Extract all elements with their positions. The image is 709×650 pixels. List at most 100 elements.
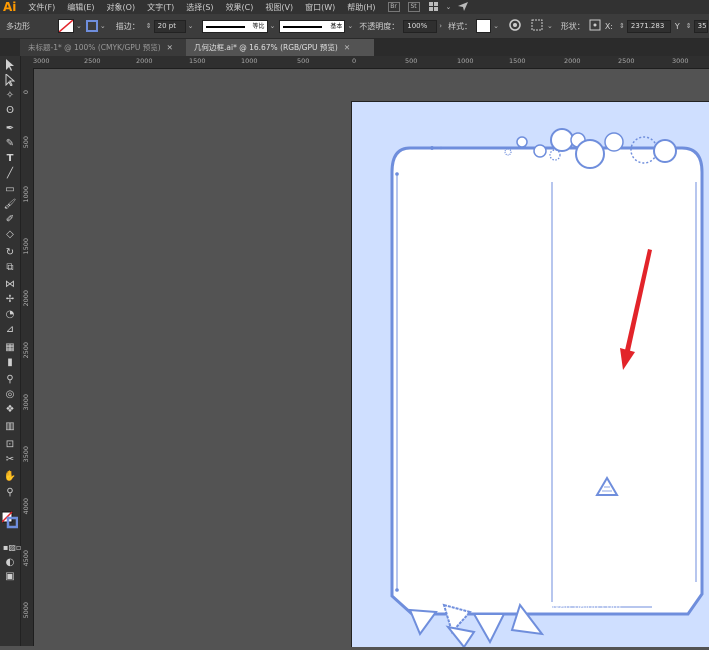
scale-tool-icon[interactable]: ⧉ bbox=[3, 261, 17, 274]
column-graph-tool-icon[interactable]: ▥ bbox=[3, 420, 17, 433]
menu-bar: Ai 文件(F) 编辑(E) 对象(O) 文字(T) 选择(S) 效果(C) 视… bbox=[0, 0, 709, 14]
chevron-down-icon[interactable]: ⌄ bbox=[98, 22, 108, 30]
opacity-field[interactable]: 100% bbox=[403, 19, 438, 33]
eyedropper-tool-icon[interactable]: ⚲ bbox=[3, 373, 17, 386]
magic-wand-tool-icon[interactable]: ✧ bbox=[3, 89, 17, 102]
ruler-tick: 1500 bbox=[22, 238, 30, 255]
symbol-sprayer-tool-icon[interactable]: ❖ bbox=[3, 403, 17, 416]
shaper-tool-icon[interactable]: ✐ bbox=[3, 213, 17, 226]
chevron-down-icon[interactable]: ⌄ bbox=[186, 22, 196, 30]
chevron-down-icon[interactable]: ⌄ bbox=[268, 22, 278, 30]
brush-definition[interactable]: 基本 bbox=[279, 19, 346, 33]
ruler-tick: 1500 bbox=[189, 57, 206, 65]
eraser-tool-icon[interactable]: ◇ bbox=[3, 228, 17, 241]
artboard-tool-icon[interactable]: ⊡ bbox=[3, 438, 17, 451]
menu-type[interactable]: 文字(T) bbox=[141, 2, 180, 13]
paintbrush-tool-icon[interactable]: 🖌 bbox=[3, 198, 17, 211]
x-position-field[interactable]: 2371.283 bbox=[626, 19, 671, 33]
ruler-tick: 3000 bbox=[672, 57, 689, 65]
stepper-icon[interactable]: ⇕ bbox=[684, 22, 694, 30]
send-icon[interactable] bbox=[457, 2, 469, 12]
ruler-tick: 4500 bbox=[22, 550, 30, 567]
hand-tool-icon[interactable]: ✋ bbox=[3, 470, 17, 483]
stroke-swatch[interactable] bbox=[85, 20, 98, 32]
ruler-tick: 2000 bbox=[22, 290, 30, 307]
type-tool-icon[interactable]: T bbox=[3, 152, 17, 165]
ruler-tick: 2500 bbox=[84, 57, 101, 65]
menu-edit[interactable]: 编辑(E) bbox=[61, 2, 100, 13]
chevron-down-icon[interactable]: ⌄ bbox=[444, 3, 454, 11]
artboard[interactable] bbox=[351, 101, 709, 649]
y-label: Y bbox=[674, 21, 680, 31]
stroke-label: 描边： bbox=[115, 21, 140, 31]
stepper-icon[interactable]: ⇕ bbox=[144, 22, 154, 30]
direct-selection-tool-icon[interactable] bbox=[3, 72, 17, 87]
menu-file[interactable]: 文件(F) bbox=[22, 2, 61, 13]
reference-point-icon[interactable] bbox=[589, 19, 601, 34]
watermark-url: jingyan.baidu.com bbox=[538, 602, 622, 612]
rectangle-tool-icon[interactable]: ▭ bbox=[3, 183, 17, 196]
opacity-label: 不透明度： bbox=[359, 21, 400, 31]
menu-object[interactable]: 对象(O) bbox=[101, 2, 142, 13]
bubble bbox=[653, 139, 677, 163]
brush-label: 基本 bbox=[330, 22, 343, 30]
stepper-icon[interactable]: ⇕ bbox=[617, 22, 627, 30]
stock-icon[interactable]: St bbox=[407, 2, 420, 12]
menu-effect[interactable]: 效果(C) bbox=[220, 2, 260, 13]
menu-help[interactable]: 帮助(H) bbox=[341, 2, 381, 13]
chevron-down-icon[interactable]: ⌄ bbox=[345, 22, 355, 30]
y-position-field[interactable]: 35 bbox=[693, 19, 708, 33]
chevron-down-icon[interactable]: ⌄ bbox=[74, 22, 84, 30]
tab-untitled-1[interactable]: 未标题-1* @ 100% (CMYK/GPU 预览) ✕ bbox=[20, 39, 196, 56]
lasso-tool-icon[interactable]: ʘ bbox=[3, 104, 17, 117]
graphic-style-swatch[interactable] bbox=[476, 19, 492, 33]
align-icon[interactable] bbox=[531, 19, 545, 34]
rotate-tool-icon[interactable]: ↻ bbox=[3, 246, 17, 259]
gradient-tool-icon[interactable]: ▮ bbox=[3, 356, 17, 369]
blend-tool-icon[interactable]: ◎ bbox=[3, 388, 17, 401]
chevron-down-icon[interactable]: ⌄ bbox=[491, 22, 501, 30]
ruler-tick: 3500 bbox=[22, 446, 30, 463]
line-segment-tool-icon[interactable]: ╱ bbox=[3, 167, 17, 180]
bubble bbox=[604, 132, 624, 152]
ruler-tick: 2000 bbox=[564, 57, 581, 65]
profile-label: 等比 bbox=[252, 22, 265, 30]
slice-tool-icon[interactable]: ✂ bbox=[3, 453, 17, 466]
variable-width-profile[interactable]: 等比 bbox=[201, 19, 268, 33]
bridge-icon[interactable]: Br bbox=[387, 2, 400, 12]
fill-swatch[interactable] bbox=[58, 19, 74, 33]
zoom-tool-icon[interactable]: ⚲ bbox=[3, 486, 17, 499]
ruler-tick: 1000 bbox=[457, 57, 474, 65]
chevron-down-icon[interactable]: ⌄ bbox=[545, 22, 555, 30]
width-tool-icon[interactable]: ⋈ bbox=[3, 278, 17, 291]
menu-select[interactable]: 选择(S) bbox=[180, 2, 219, 13]
horizontal-ruler: 3000 2500 2000 1500 1000 500 0 500 1000 … bbox=[21, 56, 709, 69]
stroke-weight-field[interactable]: 20 pt bbox=[153, 19, 186, 33]
tab-geometric-border[interactable]: 几何边框.ai* @ 16.67% (RGB/GPU 预览) ✕ bbox=[186, 39, 374, 56]
close-icon[interactable]: ✕ bbox=[344, 43, 350, 52]
puppet-warp-tool-icon[interactable]: ✢ bbox=[3, 293, 17, 306]
geometric-border-artwork[interactable] bbox=[352, 102, 709, 649]
frame-outline bbox=[390, 146, 704, 616]
control-bar: 多边形 ⌄ ⌄ 描边： ⇕ 20 pt ⌄ 等比 ⌄ 基本 ⌄ 不透明度： 10… bbox=[0, 14, 709, 39]
close-icon[interactable]: ✕ bbox=[167, 43, 173, 52]
recolor-artwork-icon[interactable] bbox=[509, 18, 521, 34]
menu-window[interactable]: 窗口(W) bbox=[299, 2, 341, 13]
screen-mode-icon[interactable]: ▣ bbox=[3, 570, 17, 583]
chevron-right-icon[interactable]: › bbox=[437, 22, 444, 30]
shape-builder-tool-icon[interactable]: ◔ bbox=[3, 308, 17, 321]
pen-tool-icon[interactable]: ✒ bbox=[3, 122, 17, 135]
perspective-grid-tool-icon[interactable]: ⊿ bbox=[3, 323, 17, 336]
workspace-grid-icon[interactable] bbox=[428, 2, 440, 12]
curvature-tool-icon[interactable]: ✎ bbox=[3, 137, 17, 150]
fill-stroke-swatches[interactable] bbox=[1, 510, 19, 533]
bubble bbox=[550, 128, 574, 152]
guide-dot bbox=[430, 146, 434, 150]
menu-view[interactable]: 视图(V) bbox=[259, 2, 299, 13]
color-mode-icon[interactable]: ▪▨▫ bbox=[3, 541, 21, 554]
x-label: X: bbox=[604, 21, 613, 31]
draw-mode-icon[interactable]: ◐ bbox=[3, 556, 17, 569]
mesh-tool-icon[interactable]: ▦ bbox=[3, 341, 17, 354]
selection-tool-icon[interactable] bbox=[3, 59, 17, 72]
ruler-tick: 1000 bbox=[241, 57, 258, 65]
